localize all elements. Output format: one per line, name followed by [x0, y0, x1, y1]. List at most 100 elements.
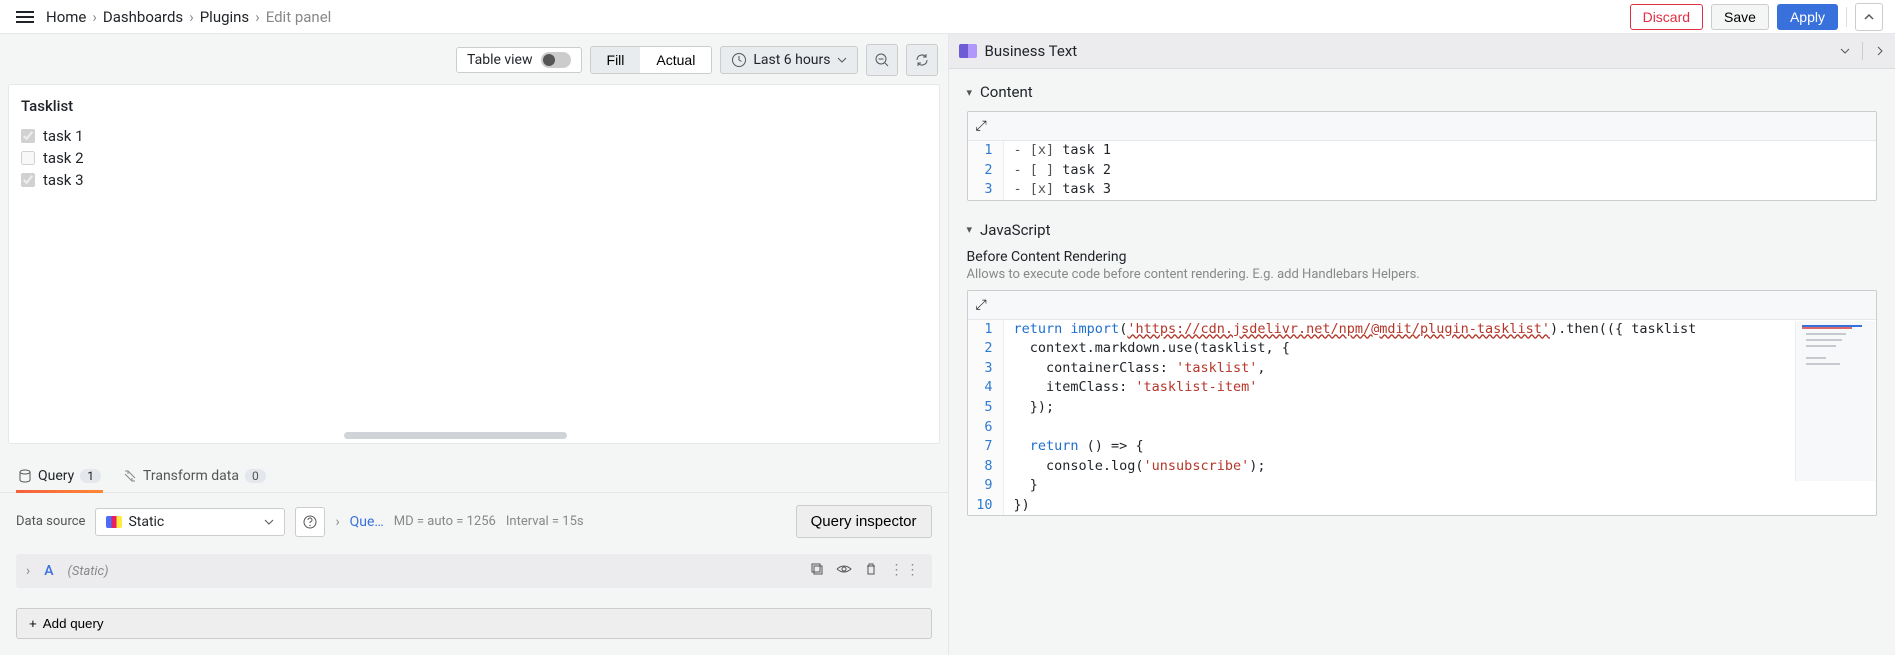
datasource-selected: Static	[128, 514, 164, 530]
zoom-out-icon	[874, 52, 890, 68]
save-button[interactable]: Save	[1711, 4, 1769, 30]
list-item: task 1	[21, 125, 927, 147]
clock-icon	[731, 52, 747, 68]
tab-label: Transform data	[143, 468, 239, 484]
datasource-label: Data source	[16, 514, 85, 529]
editor-toolbar: ⤢	[968, 291, 1877, 320]
query-letter: A	[44, 563, 53, 579]
expand-icon[interactable]: ⤢	[976, 297, 985, 313]
preview-toolbar: Table view Fill Actual Last 6 hours	[0, 34, 948, 84]
section-label: Content	[980, 83, 1033, 101]
datasource-select[interactable]: Static	[95, 508, 285, 536]
plus-icon: +	[29, 616, 37, 631]
question-icon	[303, 515, 317, 529]
query-count-badge: 1	[80, 469, 101, 483]
chevron-right-icon: ›	[335, 514, 339, 530]
task-label: task 2	[43, 149, 84, 167]
viz-name: Business Text	[985, 42, 1833, 60]
chevron-down-icon: ▾	[967, 86, 973, 99]
task-list: task 1 task 2 task 3	[21, 125, 927, 191]
breadcrumb: Home › Dashboards › Plugins › Edit panel	[12, 7, 331, 27]
expand-icon[interactable]: ⤢	[976, 118, 985, 134]
viz-icon	[959, 44, 977, 58]
main-area: Table view Fill Actual Last 6 hours Task…	[0, 34, 1895, 655]
actual-button[interactable]: Actual	[640, 47, 711, 73]
crumb-home[interactable]: Home	[46, 8, 86, 26]
chevron-down-icon: ▾	[967, 223, 973, 236]
datasource-help-button[interactable]	[295, 507, 325, 537]
database-icon	[18, 469, 32, 483]
minimap[interactable]	[1795, 321, 1875, 481]
task-checkbox	[21, 173, 35, 187]
task-checkbox	[21, 151, 35, 165]
time-range-button[interactable]: Last 6 hours	[720, 46, 857, 74]
chevron-right-icon: ›	[92, 8, 97, 26]
datasource-row: Data source Static › Que… MD = auto = 12…	[0, 493, 948, 550]
preview-panel: Tasklist task 1 task 2 task 3	[8, 84, 940, 444]
chevron-up-icon	[1863, 11, 1875, 23]
editor-toolbar: ⤢	[968, 112, 1877, 141]
crumb-plugins[interactable]: Plugins	[200, 8, 249, 26]
menu-icon[interactable]	[12, 7, 38, 27]
query-options-link[interactable]: Que…	[350, 514, 384, 530]
collapse-panel-button[interactable]	[1855, 3, 1883, 31]
query-name: (Static)	[68, 564, 109, 579]
tab-query[interactable]: Query 1	[16, 460, 103, 492]
query-tabs: Query 1 Transform data 0	[0, 452, 948, 493]
expand-query-button[interactable]: ›	[26, 563, 30, 579]
fill-actual-segment: Fill Actual	[590, 46, 713, 74]
table-view-label: Table view	[467, 52, 533, 68]
query-row-actions: ⋮⋮	[810, 562, 922, 580]
visualization-picker[interactable]: Business Text	[949, 34, 1895, 69]
eye-icon[interactable]	[836, 562, 852, 580]
code-content[interactable]: 1- [x] task 1 2- [ ] task 2 3- [x] task …	[968, 141, 1877, 200]
section-javascript[interactable]: ▾ JavaScript	[967, 221, 1878, 239]
list-item: task 2	[21, 147, 927, 169]
chevron-down-icon	[264, 517, 274, 527]
content-editor[interactable]: ⤢ 1- [x] task 1 2- [ ] task 2 3- [x] tas…	[967, 111, 1878, 201]
header-actions: Discard Save Apply	[1630, 3, 1883, 31]
table-view-toggle[interactable]	[541, 52, 571, 68]
interval-meta: Interval = 15s	[506, 514, 584, 529]
add-query-label: Add query	[43, 616, 104, 631]
add-query-button[interactable]: + Add query	[16, 608, 932, 639]
refresh-button[interactable]	[906, 44, 938, 76]
md-meta: MD = auto = 1256	[394, 514, 496, 529]
chevron-right-icon[interactable]	[1875, 46, 1885, 56]
options-body: ▾ Content ⤢ 1- [x] task 1 2- [ ] task 2 …	[949, 69, 1895, 546]
left-pane: Table view Fill Actual Last 6 hours Task…	[0, 34, 948, 655]
zoom-out-button[interactable]	[866, 44, 898, 76]
right-pane: Business Text ▾ Content ⤢ 1- [x] task 1 …	[948, 34, 1895, 655]
crumb-dashboards[interactable]: Dashboards	[103, 8, 183, 26]
apply-button[interactable]: Apply	[1777, 4, 1838, 30]
task-label: task 1	[43, 127, 84, 145]
js-description: Allows to execute code before content re…	[967, 267, 1878, 282]
datasource-icon	[106, 516, 122, 528]
chevron-right-icon: ›	[189, 8, 194, 26]
tab-label: Query	[38, 468, 74, 484]
horizontal-scrollbar[interactable]	[344, 432, 567, 439]
trash-icon[interactable]	[864, 562, 878, 580]
section-content[interactable]: ▾ Content	[967, 83, 1878, 101]
query-row: › A (Static) ⋮⋮	[16, 554, 932, 588]
fill-button[interactable]: Fill	[591, 47, 641, 73]
top-bar: Home › Dashboards › Plugins › Edit panel…	[0, 0, 1895, 34]
query-inspector-button[interactable]: Query inspector	[796, 505, 932, 538]
tab-transform[interactable]: Transform data 0	[121, 460, 268, 492]
chevron-down-icon	[1840, 46, 1850, 56]
transform-count-badge: 0	[245, 469, 266, 483]
js-editor[interactable]: ⤢ 1return import('https://cdn.jsdelivr.n…	[967, 290, 1878, 517]
code-content[interactable]: 1return import('https://cdn.jsdelivr.net…	[968, 320, 1877, 516]
drag-handle-icon[interactable]: ⋮⋮	[890, 562, 922, 580]
chevron-down-icon	[837, 55, 847, 65]
time-range-label: Last 6 hours	[753, 52, 830, 68]
table-view-toggle-group: Table view	[456, 47, 582, 73]
discard-button[interactable]: Discard	[1630, 4, 1703, 30]
copy-icon[interactable]	[810, 562, 824, 580]
section-label: JavaScript	[980, 221, 1050, 239]
crumb-current: Edit panel	[266, 8, 332, 26]
list-item: task 3	[21, 169, 927, 191]
js-subtitle: Before Content Rendering	[967, 249, 1878, 265]
task-label: task 3	[43, 171, 84, 189]
chevron-right-icon: ›	[255, 8, 260, 26]
